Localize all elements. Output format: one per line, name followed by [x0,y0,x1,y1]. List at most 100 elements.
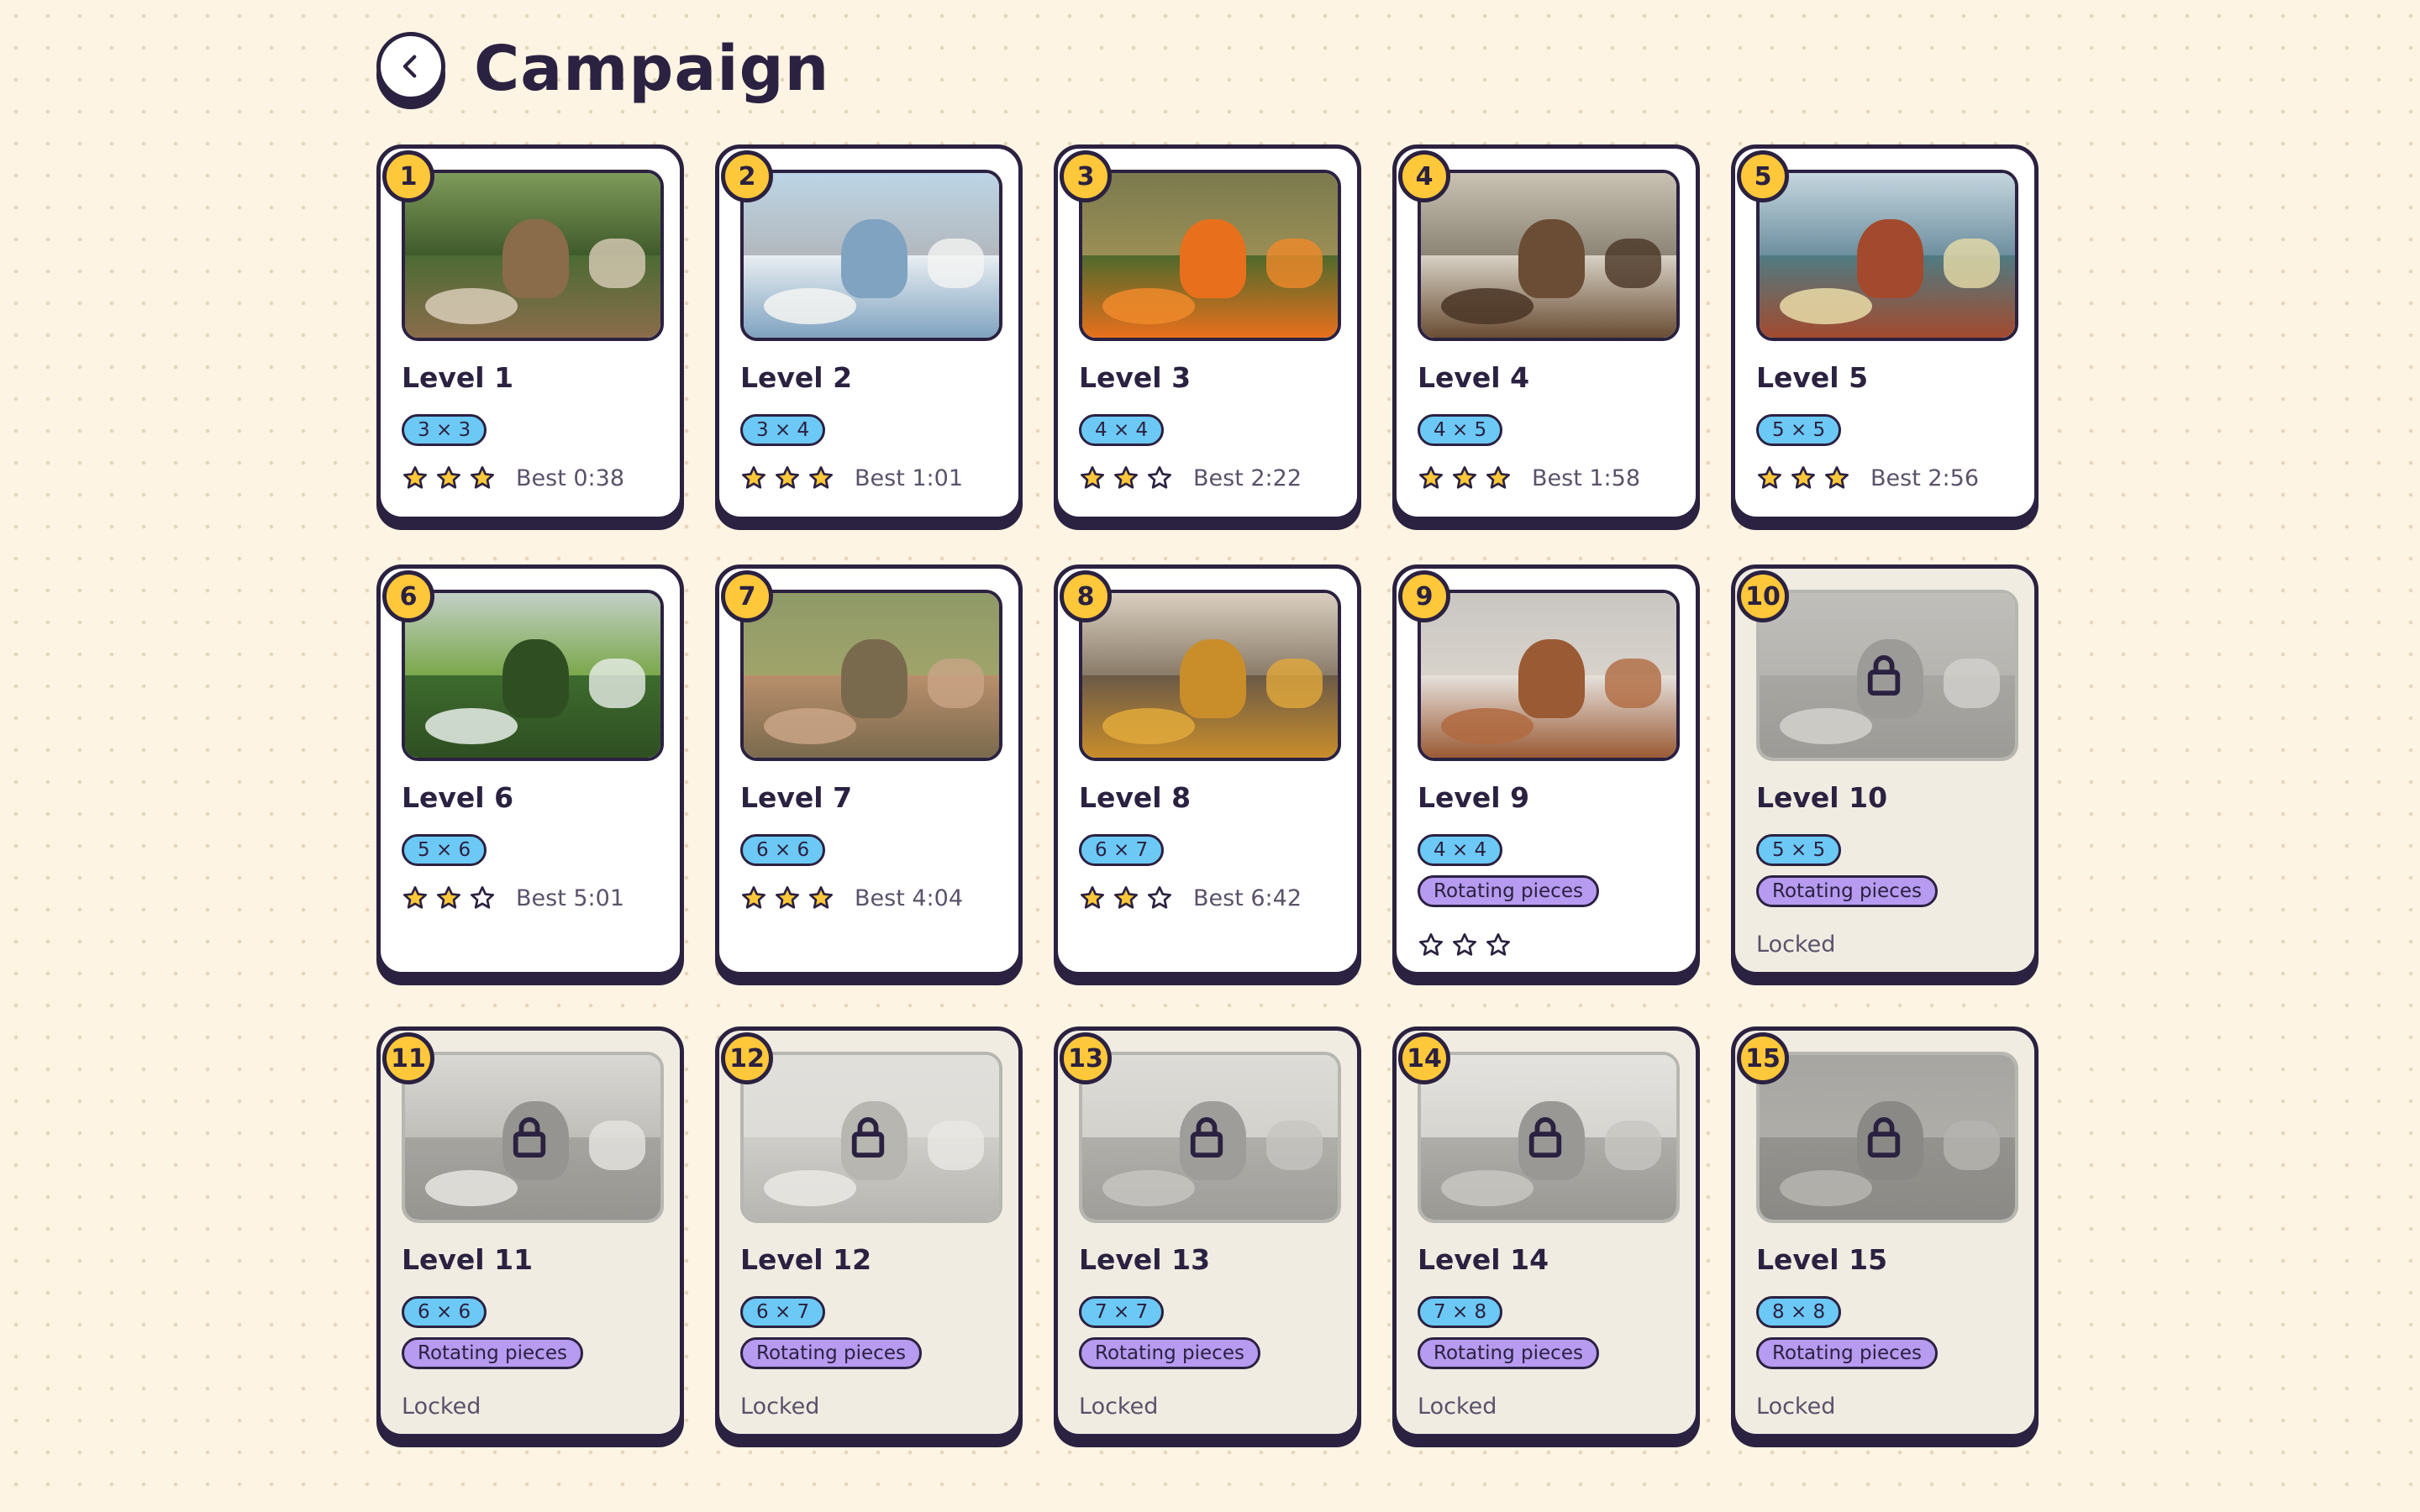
level-card-1[interactable]: 1 Level 1 3 × 3 Best 0:38 [376,144,684,521]
star-filled-icon [435,465,462,491]
level-tags: 7 × 8 Rotating pieces [1418,1296,1599,1369]
lock-icon [1526,1115,1571,1165]
star-filled-icon [808,465,834,491]
lock-icon [510,1115,555,1165]
modifier-tag: Rotating pieces [1756,1337,1938,1369]
grid-size-tag: 8 × 8 [1756,1296,1842,1328]
modifier-tag: Rotating pieces [740,1337,922,1369]
level-tags: 7 × 7 Rotating pieces [1079,1296,1260,1369]
level-number-badge: 9 [1398,570,1450,622]
modifier-tag: Rotating pieces [1418,875,1599,907]
level-name: Level 2 [740,361,853,394]
level-number-badge: 8 [1060,570,1112,622]
level-card-3[interactable]: 3 Level 3 4 × 4 Best 2:22 [1054,144,1361,521]
level-number-badge: 1 [382,150,434,202]
star-empty-icon [1485,932,1512,958]
level-footer: Best 6:42 [1079,885,1302,911]
level-footer: Best 4:04 [740,885,963,911]
level-footer: Best 2:56 [1756,465,1979,491]
grid-size-tag: 3 × 4 [740,414,826,446]
grid-size-tag: 7 × 7 [1079,1296,1165,1328]
level-card-15[interactable]: 15 Level 15 8 × 8 Rotating pieces Locked [1731,1026,2039,1438]
grid-size-tag: 6 × 7 [1079,834,1165,866]
locked-status: Locked [402,1394,481,1420]
best-time: Best 2:56 [1870,465,1980,491]
level-name: Level 4 [1418,361,1530,394]
star-filled-icon [774,885,801,911]
level-tags: 5 × 6 [402,834,487,866]
level-footer: Best 5:01 [402,885,624,911]
level-number-badge: 5 [1737,150,1789,202]
level-tags: 6 × 7 Rotating pieces [740,1296,922,1369]
locked-status: Locked [1756,1394,1836,1420]
level-thumbnail [1079,170,1341,341]
grid-size-tag: 6 × 6 [740,834,826,866]
page-header: Campaign [376,25,829,113]
level-name: Level 14 [1418,1243,1549,1276]
level-footer: Locked [740,1394,819,1420]
level-card-9[interactable]: 9 Level 9 4 × 4 Rotating pieces [1392,564,1700,976]
grid-size-tag: 7 × 8 [1418,1296,1503,1328]
star-filled-icon [808,885,834,911]
page-title: Campaign [474,33,830,105]
level-number-badge: 7 [721,570,773,622]
level-name: Level 7 [740,781,853,814]
best-time: Best 1:01 [855,465,964,491]
grid-size-tag: 5 × 5 [1756,834,1842,866]
level-name: Level 8 [1079,781,1192,814]
back-button[interactable] [376,32,445,101]
star-filled-icon [1418,465,1444,491]
level-card-12[interactable]: 12 Level 12 6 × 7 Rotating pieces Locked [715,1026,1023,1438]
level-card-10[interactable]: 10 Level 10 5 × 5 Rotating pieces Locked [1731,564,2039,976]
level-thumbnail [402,170,664,341]
level-card-13[interactable]: 13 Level 13 7 × 7 Rotating pieces Locked [1054,1026,1361,1438]
locked-status: Locked [1418,1394,1497,1420]
level-card-5[interactable]: 5 Level 5 5 × 5 Best 2:56 [1731,144,2039,521]
lock-icon [1865,1115,1910,1165]
star-filled-icon [1756,465,1783,491]
modifier-tag: Rotating pieces [1756,875,1938,907]
level-tags: 6 × 6 Rotating pieces [402,1296,583,1369]
level-tags: 6 × 6 [740,834,826,866]
chevron-left-icon [402,55,417,78]
level-card-8[interactable]: 8 Level 8 6 × 7 Best 6:42 [1054,564,1361,976]
best-time: Best 2:22 [1193,465,1302,491]
level-footer: Best 1:58 [1418,465,1640,491]
level-tags: 6 × 7 [1079,834,1165,866]
level-thumbnail [740,590,1002,761]
best-time: Best 5:01 [516,885,625,911]
grid-size-tag: 4 × 4 [1079,414,1165,446]
level-name: Level 6 [402,781,514,814]
lock-icon [1187,1115,1233,1165]
level-card-7[interactable]: 7 Level 7 6 × 6 Best 4:04 [715,564,1023,976]
star-rating [740,465,834,491]
level-thumbnail [1079,590,1341,761]
lock-icon [849,1115,894,1165]
level-card-4[interactable]: 4 Level 4 4 × 5 Best 1:58 [1392,144,1700,521]
level-tags: 4 × 5 [1418,414,1503,446]
level-tags: 3 × 4 [740,414,826,446]
level-name: Level 13 [1079,1243,1211,1276]
level-footer [1418,932,1512,958]
level-thumbnail [1756,170,2018,341]
level-card-6[interactable]: 6 Level 6 5 × 6 Best 5:01 [376,564,684,976]
star-filled-icon [402,465,429,491]
level-tags: 8 × 8 Rotating pieces [1756,1296,1938,1369]
level-name: Level 3 [1079,361,1192,394]
level-name: Level 1 [402,361,514,394]
level-card-14[interactable]: 14 Level 14 7 × 8 Rotating pieces Locked [1392,1026,1700,1438]
star-filled-icon [1790,465,1817,491]
level-footer: Locked [1756,932,1835,958]
grid-size-tag: 4 × 5 [1418,414,1503,446]
level-card-11[interactable]: 11 Level 11 6 × 6 Rotating pieces Locked [376,1026,684,1438]
level-number-badge: 14 [1398,1032,1450,1084]
locked-status: Locked [1079,1394,1159,1420]
level-card-2[interactable]: 2 Level 2 3 × 4 Best 1:01 [715,144,1023,521]
star-rating [740,885,834,911]
star-filled-icon [1113,885,1139,911]
locked-status: Locked [1756,932,1836,958]
level-footer: Best 2:22 [1079,465,1302,491]
star-empty-icon [1451,932,1478,958]
star-filled-icon [1113,465,1139,491]
star-filled-icon [740,465,767,491]
